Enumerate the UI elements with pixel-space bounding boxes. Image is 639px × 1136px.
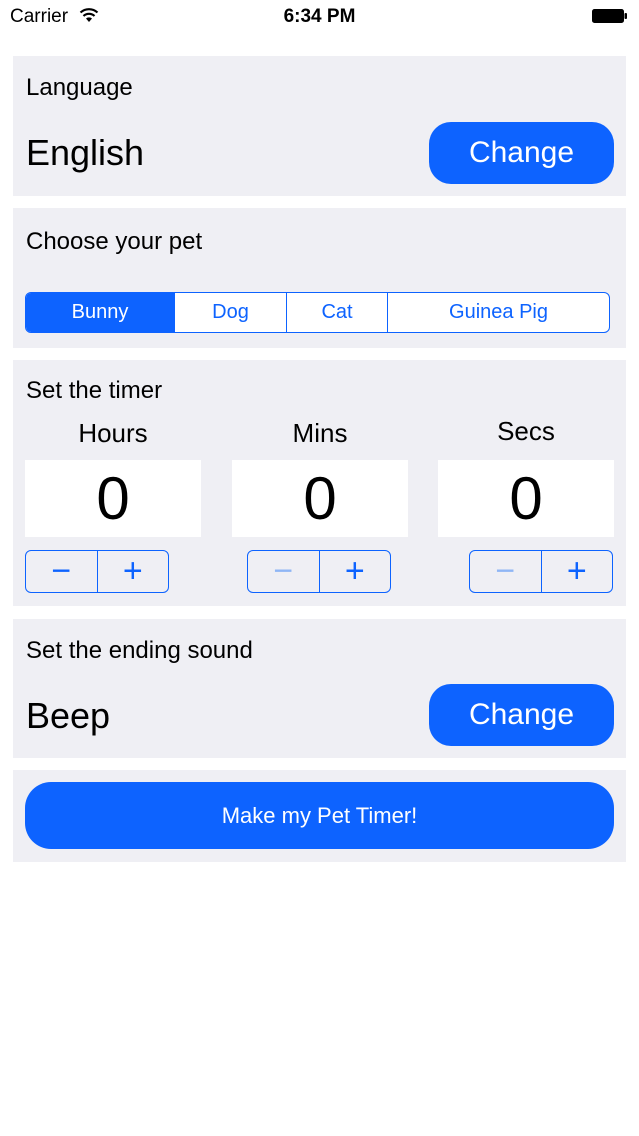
mins-stepper: − + [247, 550, 391, 593]
status-bar: Carrier 6:34 PM [0, 0, 639, 34]
sound-title: Set the ending sound [26, 637, 253, 664]
battery-icon [592, 9, 627, 23]
secs-value: 0 [438, 460, 614, 537]
sound-value: Beep [26, 695, 111, 736]
secs-label: Secs [497, 416, 555, 446]
pet-segmented-control: Bunny Dog Cat Guinea Pig [25, 292, 610, 333]
language-panel: Language English Change [13, 56, 626, 196]
secs-increment-button[interactable]: + [542, 551, 613, 592]
timer-panel: Set the timer Hours Mins Secs 0 0 0 − + … [13, 360, 626, 606]
make-panel: Make my Pet Timer! [13, 770, 626, 862]
mins-increment-button[interactable]: + [320, 551, 391, 592]
pet-option-dog[interactable]: Dog [175, 293, 287, 332]
status-time: 6:34 PM [283, 6, 356, 27]
change-language-button[interactable]: Change [429, 122, 614, 184]
pet-panel: Choose your pet Bunny Dog Cat Guinea Pig [13, 208, 626, 348]
pet-option-guinea-pig[interactable]: Guinea Pig [388, 293, 609, 332]
mins-value: 0 [232, 460, 408, 537]
pet-option-cat[interactable]: Cat [287, 293, 388, 332]
pet-option-bunny[interactable]: Bunny [26, 293, 175, 332]
secs-decrement-button[interactable]: − [470, 551, 542, 592]
sound-panel: Set the ending sound Beep Change [13, 619, 626, 758]
hours-increment-button[interactable]: + [98, 551, 169, 592]
language-title: Language [26, 74, 133, 101]
make-pet-timer-button[interactable]: Make my Pet Timer! [25, 782, 614, 849]
mins-decrement-button[interactable]: − [248, 551, 320, 592]
timer-title: Set the timer [26, 377, 163, 404]
secs-stepper: − + [469, 550, 613, 593]
hours-stepper: − + [25, 550, 169, 593]
pet-title: Choose your pet [26, 228, 203, 255]
hours-value: 0 [25, 460, 201, 537]
change-sound-button[interactable]: Change [429, 684, 614, 746]
mins-label: Mins [292, 418, 348, 448]
language-value: English [26, 132, 145, 173]
hours-label: Hours [78, 418, 148, 448]
hours-decrement-button[interactable]: − [26, 551, 98, 592]
